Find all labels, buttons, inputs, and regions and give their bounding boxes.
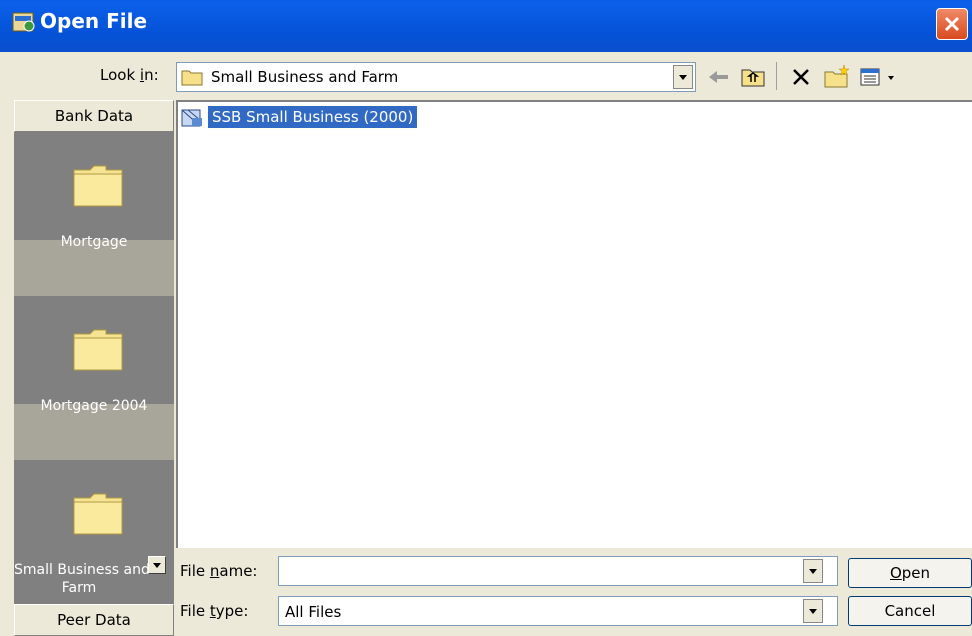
folder-icon [73,165,123,207]
open-file-dialog: Open File Look in: Small Business and Fa… [0,0,972,636]
places-bar-footer[interactable]: Peer Data [14,604,174,636]
place-mortgage[interactable]: Mortgage [14,132,174,296]
delete-button[interactable] [786,62,816,92]
up-folder-icon [741,69,765,87]
file-type-value: All Files [285,603,342,621]
file-type-label: File type: [180,602,249,620]
folder-icon [73,329,123,371]
new-folder-button[interactable] [822,62,852,92]
look-in-value: Small Business and Farm [211,68,399,86]
place-mortgage-2004[interactable]: Mortgage 2004 [14,296,174,460]
close-icon [944,16,960,32]
window-title: Open File [40,9,148,33]
look-in-dropdown[interactable]: Small Business and Farm [176,62,696,92]
toolbar-separator [776,62,777,90]
place-label: Mortgage [60,234,128,250]
look-in-label: Look in: [100,66,159,84]
back-button[interactable] [704,62,734,92]
up-folder-button[interactable] [738,62,768,92]
title-bar[interactable]: Open File [0,0,972,52]
place-label: Small Business and [14,562,150,578]
back-icon [709,71,728,83]
new-folder-icon [824,64,850,88]
file-name-label: File name: [180,562,258,580]
views-icon [860,68,894,86]
cancel-button[interactable]: Cancel [848,596,972,626]
folder-icon [73,493,123,535]
file-name-input[interactable] [278,556,838,586]
places-bar-header[interactable]: Bank Data [14,100,174,132]
folder-icon [181,70,203,86]
place-small-business-and-farm[interactable]: Small Business and Farm [14,460,174,620]
views-menu-button[interactable] [858,62,902,92]
app-icon [12,12,35,32]
chevron-down-icon[interactable] [673,65,693,89]
open-button[interactable]: Open [848,558,972,588]
database-file-icon [181,109,202,127]
file-list[interactable]: SSB Small Business (2000) [176,100,972,548]
chevron-down-icon[interactable] [803,559,823,583]
place-label-line2: Farm [61,580,97,596]
file-type-dropdown[interactable]: All Files [278,596,838,626]
place-label: Mortgage 2004 [40,398,148,414]
close-button[interactable] [936,8,968,40]
delete-icon [793,69,809,85]
places-scroll-down-button[interactable] [148,556,166,574]
file-name: SSB Small Business (2000) [206,105,419,129]
chevron-down-icon[interactable] [803,599,823,623]
